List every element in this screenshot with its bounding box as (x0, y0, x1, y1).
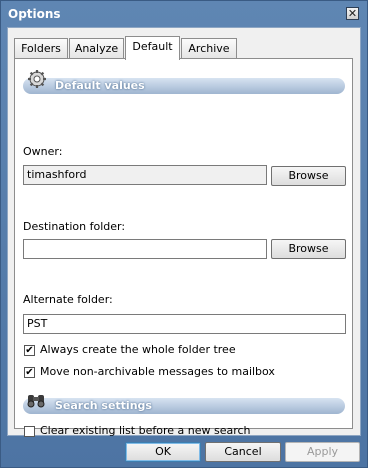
title-bar[interactable]: Options ✕ (1, 1, 367, 27)
owner-browse-button[interactable]: Browse (271, 166, 346, 186)
section-title: Search settings (55, 399, 152, 412)
window-title: Options (8, 7, 61, 21)
default-tab-panel: Default values Owner: timashford Browse … (14, 58, 353, 437)
tab-label: Analyze (74, 42, 119, 55)
destination-folder-field[interactable] (23, 239, 267, 259)
tab-label: Folders (21, 42, 61, 55)
default-values-header: Default values (23, 78, 345, 94)
gear-icon (28, 70, 46, 88)
apply-button[interactable]: Apply (285, 442, 360, 462)
close-icon: ✕ (347, 7, 358, 20)
tab-archive[interactable]: Archive (181, 38, 237, 58)
search-settings-header: Search settings (23, 398, 345, 414)
owner-label: Owner: (23, 145, 63, 158)
ok-button[interactable]: OK (125, 442, 201, 462)
close-button[interactable]: ✕ (346, 7, 359, 20)
tab-label: Default (132, 40, 173, 53)
alternate-folder-field[interactable]: PST (23, 314, 346, 334)
section-title: Default values (55, 79, 145, 92)
dialog-body: Folders Analyze Default Archive Default … (7, 27, 361, 437)
alternate-folder-label: Alternate folder: (23, 293, 113, 306)
tab-folders[interactable]: Folders (14, 38, 68, 58)
clear-list-checkbox[interactable] (24, 426, 35, 437)
always-create-folder-tree-checkbox[interactable]: ✔ (24, 345, 35, 356)
owner-field[interactable]: timashford (23, 165, 267, 185)
tab-label: Archive (188, 42, 230, 55)
move-non-archivable-label: Move non-archivable messages to mailbox (40, 365, 275, 378)
tab-default[interactable]: Default (125, 36, 180, 60)
always-create-folder-tree-label: Always create the whole folder tree (40, 343, 236, 356)
destination-browse-button[interactable]: Browse (271, 239, 346, 259)
cancel-button[interactable]: Cancel (205, 442, 281, 462)
destination-folder-label: Destination folder: (23, 220, 126, 233)
binoculars-icon (27, 395, 45, 408)
move-non-archivable-checkbox[interactable]: ✔ (24, 367, 35, 378)
tab-analyze[interactable]: Analyze (69, 38, 124, 58)
options-dialog: Options ✕ Folders Analyze Default Archiv… (0, 0, 368, 468)
clear-list-label: Clear existing list before a new search (40, 424, 251, 437)
